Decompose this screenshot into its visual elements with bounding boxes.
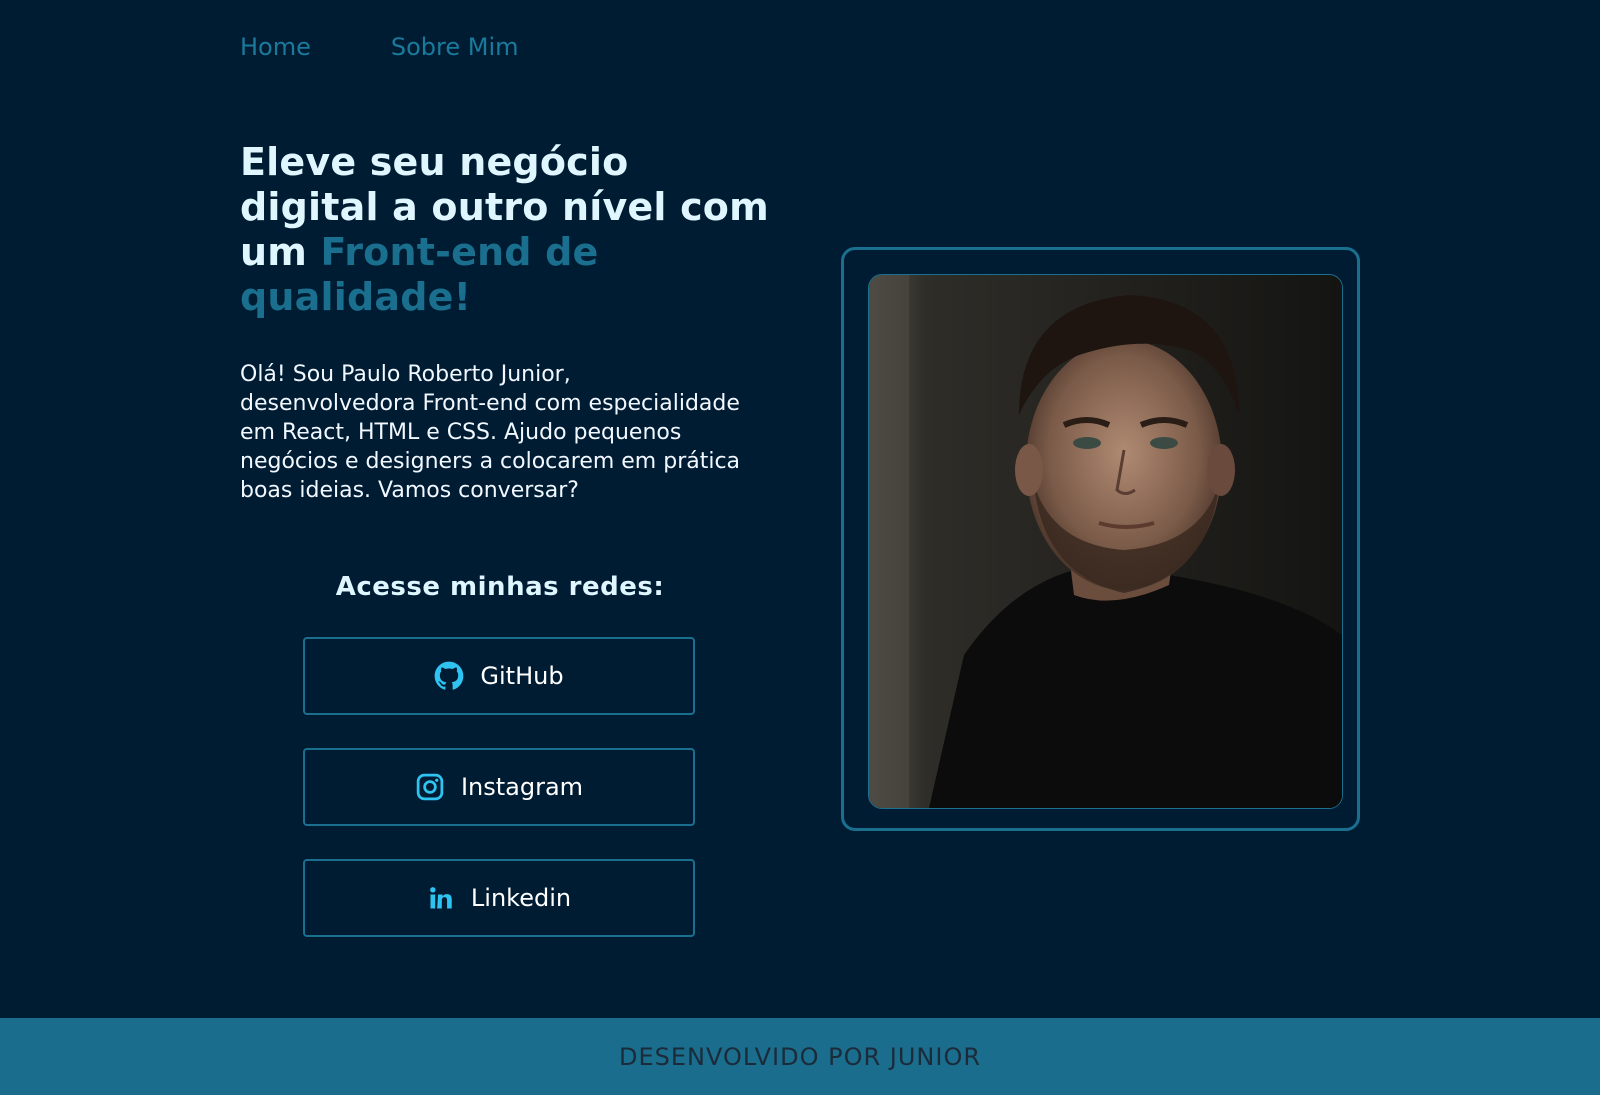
- profile-photo: [868, 274, 1343, 809]
- instagram-label: Instagram: [460, 773, 584, 801]
- hero-intro: Olá! Sou Paulo Roberto Junior, desenvolv…: [240, 362, 741, 503]
- instagram-icon: [415, 772, 445, 802]
- profile-photo-illustration: [869, 275, 1342, 808]
- profile-photo-frame: [841, 247, 1360, 831]
- top-nav: Home Sobre Mim: [240, 30, 519, 64]
- nav-about-link[interactable]: Sobre Mim: [391, 30, 519, 64]
- socials-title: Acesse minhas redes:: [335, 572, 665, 602]
- github-label: GitHub: [480, 662, 564, 690]
- footer-text: DESENVOLVIDO POR JUNIOR: [618, 1042, 982, 1071]
- instagram-button[interactable]: Instagram: [303, 748, 695, 826]
- nav-home-link[interactable]: Home: [240, 30, 311, 64]
- github-button[interactable]: GitHub: [303, 637, 695, 715]
- hero-headline: Eleve seu negócio digital a outro nível …: [240, 140, 780, 320]
- linkedin-icon: [427, 884, 455, 912]
- linkedin-button[interactable]: Linkedin: [303, 859, 695, 937]
- github-icon: [434, 661, 464, 691]
- linkedin-label: Linkedin: [470, 884, 572, 912]
- footer: DESENVOLVIDO POR JUNIOR: [0, 1018, 1600, 1095]
